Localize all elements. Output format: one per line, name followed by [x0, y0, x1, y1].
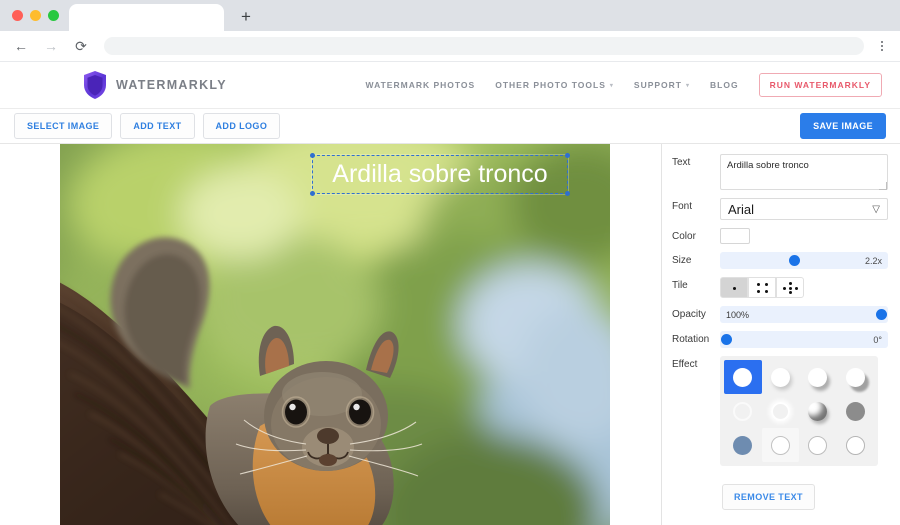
minimize-window-button[interactable]	[30, 10, 41, 21]
resize-grip-icon[interactable]	[879, 182, 887, 190]
remove-text-button[interactable]: REMOVE TEXT	[722, 484, 815, 510]
tile-label: Tile	[672, 280, 688, 291]
text-label: Text	[672, 157, 691, 168]
site-logo-text: WATERMARKLY	[116, 78, 227, 92]
effect-option-10[interactable]	[799, 428, 837, 462]
tile-option-five[interactable]	[776, 277, 804, 298]
squirrel-photo	[60, 144, 610, 525]
opacity-value: 100%	[726, 309, 750, 320]
nav-label: SUPPORT	[633, 80, 682, 90]
app-toolbar: SELECT IMAGE ADD TEXT ADD LOGO SAVE IMAG…	[0, 108, 900, 144]
save-image-button[interactable]: SAVE IMAGE	[800, 113, 886, 139]
rotation-slider-knob[interactable]	[721, 334, 732, 345]
maximize-window-button[interactable]	[48, 10, 59, 21]
color-swatch[interactable]	[720, 228, 750, 244]
effect-grid	[720, 356, 878, 466]
window-controls	[8, 10, 69, 31]
size-value: 2.2x	[864, 255, 882, 266]
browser-tab[interactable]	[69, 4, 224, 31]
browser-menu-icon[interactable]	[872, 41, 892, 51]
photo-canvas[interactable]: Ardilla sobre tronco	[60, 144, 610, 525]
watermark-text-input[interactable]: Ardilla sobre tronco	[720, 154, 888, 190]
effect-option-3[interactable]	[837, 360, 875, 394]
font-row: Font Arial ▽	[672, 198, 888, 220]
nav-watermark-photos[interactable]: WATERMARK PHOTOS	[366, 80, 476, 90]
nav-blog[interactable]: BLOG	[710, 80, 739, 90]
effect-option-5[interactable]	[762, 394, 800, 428]
browser-window: + ← → ⟳ WATERMARKLY WATERMARK PHOTOS OTH…	[0, 0, 900, 525]
rotation-value: 0°	[873, 334, 882, 345]
reload-icon[interactable]: ⟳	[68, 33, 94, 59]
effect-option-9[interactable]	[761, 428, 799, 462]
site-logo[interactable]: WATERMARKLY	[82, 70, 227, 100]
font-select[interactable]: Arial ▽	[720, 198, 888, 220]
effect-option-2[interactable]	[799, 360, 837, 394]
effect-option-6[interactable]	[799, 394, 837, 428]
site-header: WATERMARKLY WATERMARK PHOTOS OTHER PHOTO…	[0, 62, 900, 108]
rotation-slider[interactable]: 0°	[720, 331, 888, 348]
color-row: Color	[672, 228, 888, 244]
effect-option-7[interactable]	[837, 394, 875, 428]
tile-option-single[interactable]	[720, 277, 748, 298]
select-image-button[interactable]: SELECT IMAGE	[14, 113, 113, 139]
effect-option-11[interactable]	[837, 428, 875, 462]
font-label: Font	[672, 201, 693, 212]
shield-icon	[84, 71, 106, 99]
opacity-slider[interactable]: 100%	[720, 306, 888, 323]
browser-nav-bar: ← → ⟳	[0, 31, 900, 62]
close-window-button[interactable]	[12, 10, 23, 21]
font-value: Arial	[728, 201, 755, 217]
tile-options	[720, 277, 888, 298]
effect-option-1[interactable]	[762, 360, 800, 394]
work-area: Ardilla sobre tronco Text Ardilla sobre …	[0, 144, 900, 525]
rotation-row: Rotation 0°	[672, 331, 888, 348]
opacity-row: Opacity 100%	[672, 306, 888, 323]
forward-icon[interactable]: →	[38, 33, 64, 59]
canvas-column: Ardilla sobre tronco	[0, 144, 662, 525]
settings-panel: Text Ardilla sobre tronco Font Arial ▽ C…	[662, 144, 900, 525]
size-slider[interactable]: 2.2x	[720, 252, 888, 269]
effect-option-4[interactable]	[724, 394, 762, 428]
effect-option-0[interactable]	[724, 360, 762, 394]
nav-label: OTHER PHOTO TOOLS	[495, 80, 606, 90]
tile-row: Tile	[672, 277, 888, 298]
nav-support[interactable]: SUPPORT ▾	[634, 80, 690, 90]
run-watermarkly-button[interactable]: RUN WATERMARKLY	[758, 73, 882, 97]
browser-tab-bar: +	[0, 0, 900, 31]
nav-other-photo-tools[interactable]: OTHER PHOTO TOOLS ▾	[495, 80, 614, 90]
effect-row: Effect	[672, 356, 888, 466]
tile-option-four[interactable]	[748, 277, 776, 298]
chevron-down-icon: ▽	[872, 203, 880, 215]
address-bar[interactable]	[104, 37, 864, 55]
chevron-down-icon: ▾	[609, 82, 614, 89]
opacity-label: Opacity	[672, 309, 706, 320]
chevron-down-icon: ▾	[686, 82, 691, 89]
rotation-label: Rotation	[672, 334, 710, 345]
size-label: Size	[672, 255, 692, 266]
main-navigation: WATERMARK PHOTOS OTHER PHOTO TOOLS ▾ SUP…	[366, 73, 882, 97]
watermark-text[interactable]: Ardilla sobre tronco	[312, 155, 568, 194]
opacity-slider-knob[interactable]	[876, 309, 887, 320]
color-label: Color	[672, 231, 696, 242]
add-logo-button[interactable]: ADD LOGO	[202, 113, 281, 139]
size-row: Size 2.2x	[672, 252, 888, 269]
effect-option-8[interactable]	[724, 428, 762, 462]
add-text-button[interactable]: ADD TEXT	[120, 113, 195, 139]
text-row: Text Ardilla sobre tronco	[672, 154, 888, 190]
size-slider-knob[interactable]	[789, 255, 801, 266]
effect-label: Effect	[672, 359, 698, 370]
back-icon[interactable]: ←	[8, 33, 34, 59]
new-tab-button[interactable]: +	[232, 2, 260, 30]
nav-label: BLOG	[710, 80, 739, 90]
nav-label: WATERMARK PHOTOS	[365, 80, 476, 90]
